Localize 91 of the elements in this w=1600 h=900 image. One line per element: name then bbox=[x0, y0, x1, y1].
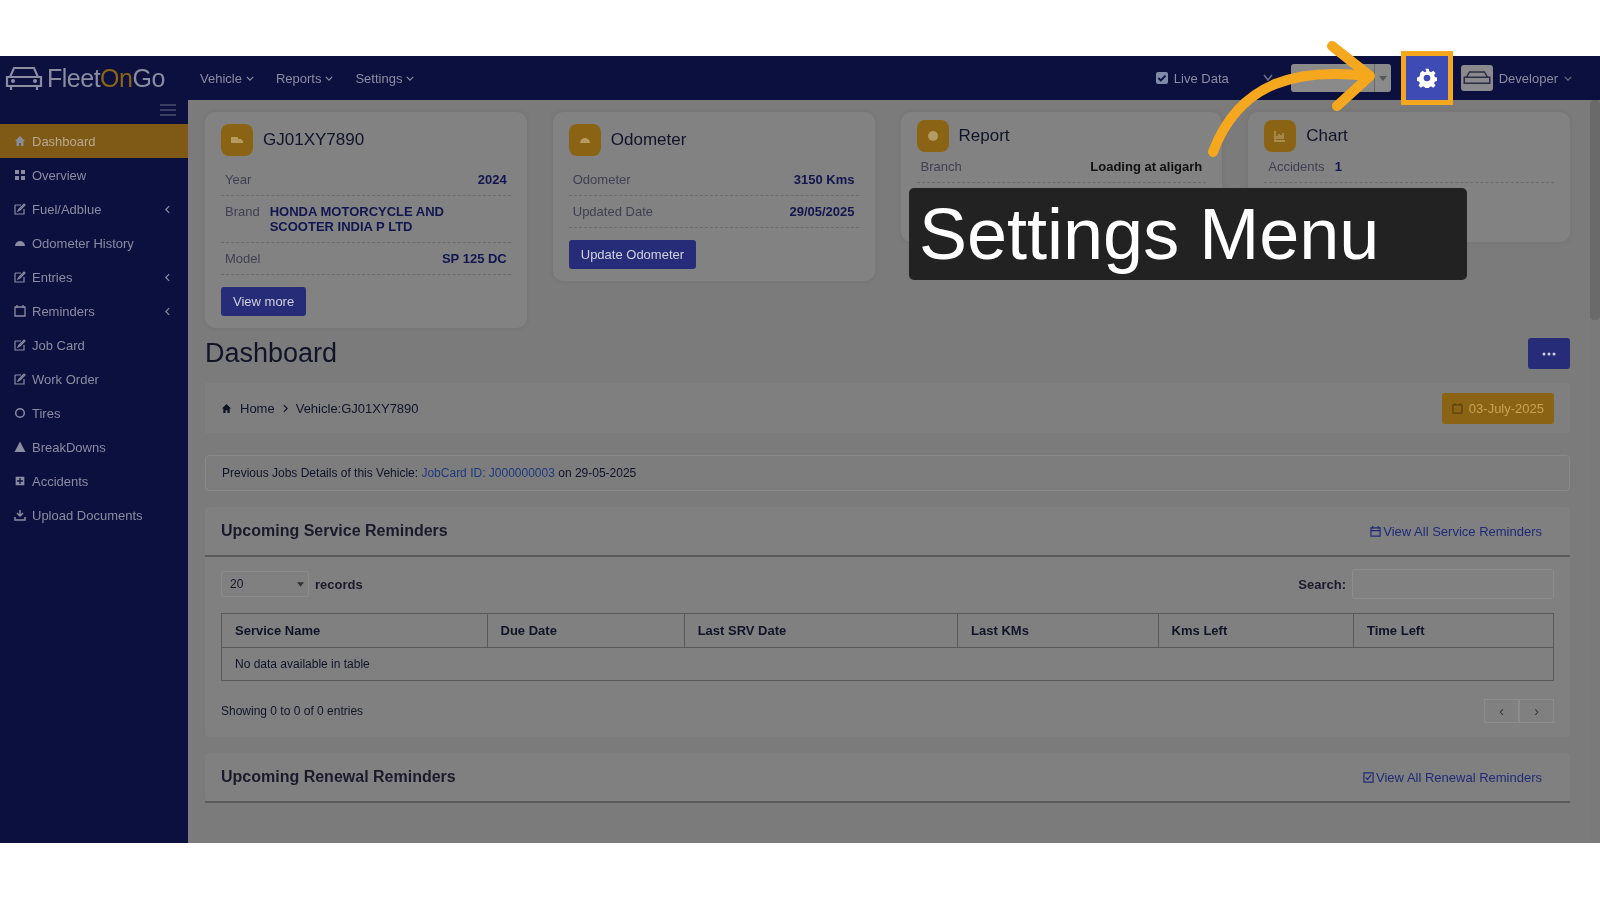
sidebar-item[interactable]: BreakDowns bbox=[0, 430, 188, 464]
sidebar-item[interactable]: Job Card bbox=[0, 328, 188, 362]
edit-icon bbox=[14, 339, 26, 351]
nav-menu-item[interactable]: Settings bbox=[355, 70, 415, 86]
field-value: SP 125 DC bbox=[441, 251, 507, 266]
chevron-left-icon[interactable] bbox=[165, 272, 170, 282]
app-logo[interactable]: FleetOnGo bbox=[47, 63, 165, 93]
edit-icon bbox=[14, 373, 26, 385]
settings-button[interactable] bbox=[1400, 51, 1453, 105]
field-value: HONDA MOTORCYCLE AND SCOOTER INDIA P LTD bbox=[269, 204, 445, 234]
sidebar-item[interactable]: Upload Documents bbox=[0, 498, 188, 532]
column-header[interactable]: Service Name bbox=[221, 613, 487, 648]
calendar-icon[interactable] bbox=[1370, 525, 1382, 537]
sidebar-item[interactable]: Accidents bbox=[0, 464, 188, 498]
download-icon bbox=[14, 509, 26, 521]
field-value: 29/05/2025 bbox=[789, 204, 855, 219]
nav-menu-item[interactable]: Vehicle bbox=[200, 70, 254, 86]
plus-icon bbox=[14, 475, 26, 487]
previous-page-button[interactable]: ‹ bbox=[1484, 699, 1519, 723]
sidebar-item[interactable]: Reminders bbox=[0, 294, 188, 328]
field-value: 3150 Kms bbox=[793, 172, 855, 187]
notice-text: Previous Jobs Details of this Vehicle: JobCard ID: J000000003 on 29-05-2025 bbox=[222, 466, 637, 480]
chevron-down-icon[interactable] bbox=[325, 75, 334, 81]
sidebar-item[interactable]: Odometer History bbox=[0, 226, 188, 260]
gauge-icon bbox=[568, 124, 601, 156]
page-title: Dashboard bbox=[205, 338, 338, 369]
live-data-checkbox[interactable] bbox=[1155, 72, 1168, 84]
card-title: Odometer bbox=[610, 130, 687, 150]
column-header[interactable]: Last SRV Date bbox=[684, 613, 958, 648]
grid-icon bbox=[14, 169, 26, 181]
card-button[interactable]: View more bbox=[221, 287, 307, 316]
chevron-left-icon[interactable] bbox=[165, 306, 170, 316]
chevron-down-icon[interactable] bbox=[1564, 75, 1572, 81]
calendar-icon bbox=[14, 305, 26, 317]
view-all-link[interactable]: View All Renewal Reminders bbox=[1363, 769, 1542, 785]
circle-icon bbox=[14, 407, 26, 419]
chevron-right-icon bbox=[282, 403, 288, 413]
warning-icon bbox=[14, 441, 26, 453]
entries-info: Showing 0 to 0 of 0 entries bbox=[221, 704, 364, 718]
home-icon bbox=[221, 402, 232, 414]
field-value: 1 bbox=[1334, 159, 1342, 174]
column-header[interactable]: Time Left bbox=[1353, 613, 1554, 648]
tutorial-caption: Settings Menu bbox=[909, 188, 1467, 280]
chevron-down-icon[interactable] bbox=[406, 75, 415, 81]
nav-menu-item[interactable]: Reports bbox=[275, 70, 334, 86]
section-title: Upcoming Renewal Reminders bbox=[221, 768, 456, 786]
next-page-button[interactable]: › bbox=[1519, 699, 1554, 723]
card-title: Chart bbox=[1306, 126, 1348, 146]
field-label: Brand bbox=[225, 204, 260, 221]
card-button[interactable]: Update Odometer bbox=[568, 240, 697, 269]
empty-table-message: No data available in table bbox=[221, 647, 1554, 681]
column-header[interactable]: Last KMs bbox=[957, 613, 1159, 648]
sidebar-item[interactable]: Entries bbox=[0, 260, 188, 294]
field-label: Year bbox=[225, 172, 252, 187]
chevron-down-icon[interactable] bbox=[245, 75, 254, 81]
home-icon bbox=[14, 135, 26, 147]
car-avatar-icon[interactable] bbox=[1460, 65, 1493, 91]
view-all-link[interactable]: View All Service Reminders bbox=[1370, 523, 1542, 539]
ellipsis-icon[interactable] bbox=[1542, 351, 1556, 356]
edit-icon bbox=[14, 203, 26, 215]
field-label: Odometer bbox=[572, 172, 631, 187]
field-label: Branch bbox=[920, 159, 962, 174]
page-size-select[interactable]: 20 bbox=[221, 571, 309, 597]
sidebar-item[interactable]: Fuel/Adblue bbox=[0, 192, 188, 226]
bar-chart-icon bbox=[1264, 120, 1297, 152]
records-label: records bbox=[315, 576, 363, 592]
field-value: Loading at aligarh bbox=[1090, 159, 1203, 174]
live-data-label: Live Data bbox=[1173, 70, 1229, 86]
field-label: Updated Date bbox=[572, 204, 653, 219]
column-header[interactable]: Kms Left bbox=[1158, 613, 1354, 648]
breadcrumb-link[interactable]: Home bbox=[240, 400, 275, 416]
section-title: Upcoming Service Reminders bbox=[221, 522, 448, 540]
breadcrumb-current: Vehicle:GJ01XY7890 bbox=[295, 400, 419, 416]
chevron-left-icon[interactable] bbox=[165, 204, 170, 214]
caret-icon[interactable] bbox=[297, 581, 304, 587]
sidebar-item[interactable]: Overview bbox=[0, 158, 188, 192]
field-label: Model bbox=[225, 251, 261, 266]
edit-icon bbox=[14, 271, 26, 283]
card-title: GJ01XY7890 bbox=[263, 130, 365, 150]
field-label: Accidents bbox=[1268, 159, 1325, 174]
gear-icon[interactable] bbox=[1416, 68, 1437, 88]
chevron-icon[interactable] bbox=[1262, 74, 1273, 82]
search-label: Search: bbox=[1298, 576, 1346, 592]
sidebar-item[interactable]: Work Order bbox=[0, 362, 188, 396]
column-header[interactable]: Due Date bbox=[487, 613, 685, 648]
user-menu[interactable]: Developer bbox=[1498, 70, 1558, 86]
card-title: Report bbox=[958, 126, 1010, 146]
checkbox-icon[interactable] bbox=[1363, 771, 1375, 783]
scrollbar[interactable] bbox=[1590, 100, 1600, 320]
field-value: 2024 bbox=[477, 172, 507, 187]
sidebar-item[interactable]: Tires bbox=[0, 396, 188, 430]
